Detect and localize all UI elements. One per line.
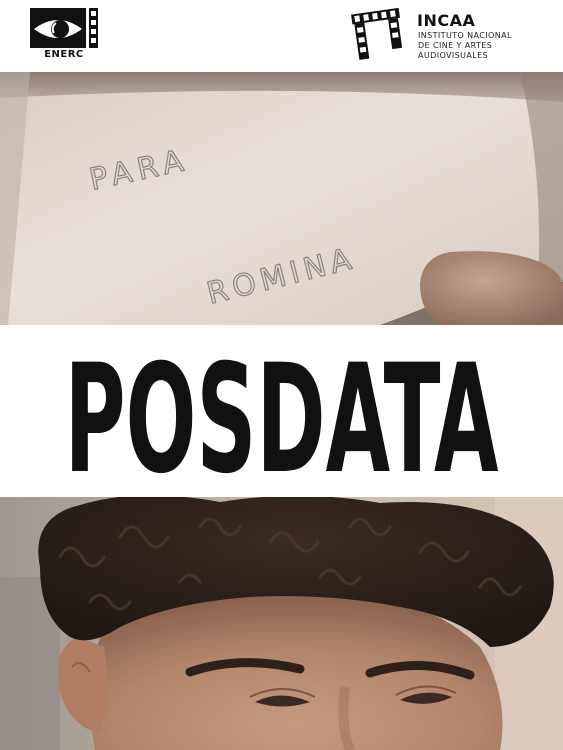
portrait-still bbox=[0, 497, 563, 750]
portrait-image bbox=[0, 497, 563, 750]
enerc-logo: ENERC bbox=[30, 8, 98, 62]
movie-poster: ENERC INCAA INSTITUTO NACIONAL DE CINE Y… bbox=[0, 0, 563, 750]
enerc-wordmark: ENERC bbox=[44, 49, 84, 60]
incaa-subtitle-line-2: DE CINE Y ARTES bbox=[418, 41, 493, 50]
film-eye-icon bbox=[30, 8, 98, 48]
incaa-wordmark: INCAA bbox=[417, 11, 476, 30]
title-svg: POSDATA bbox=[65, 333, 499, 497]
envelope-image: PARA ROMINA bbox=[0, 72, 563, 325]
title-band: POSDATA bbox=[0, 325, 563, 497]
film-strip-icon bbox=[351, 7, 403, 60]
logo-bar: ENERC INCAA INSTITUTO NACIONAL DE CINE Y… bbox=[0, 0, 563, 72]
incaa-subtitle-line-1: INSTITUTO NACIONAL bbox=[418, 31, 512, 40]
envelope-still: PARA ROMINA bbox=[0, 72, 563, 325]
incaa-logo: INCAA INSTITUTO NACIONAL DE CINE Y ARTES… bbox=[346, 7, 546, 63]
incaa-subtitle-line-3: AUDIOVISUALES bbox=[418, 51, 489, 60]
film-title: POSDATA bbox=[65, 333, 499, 497]
